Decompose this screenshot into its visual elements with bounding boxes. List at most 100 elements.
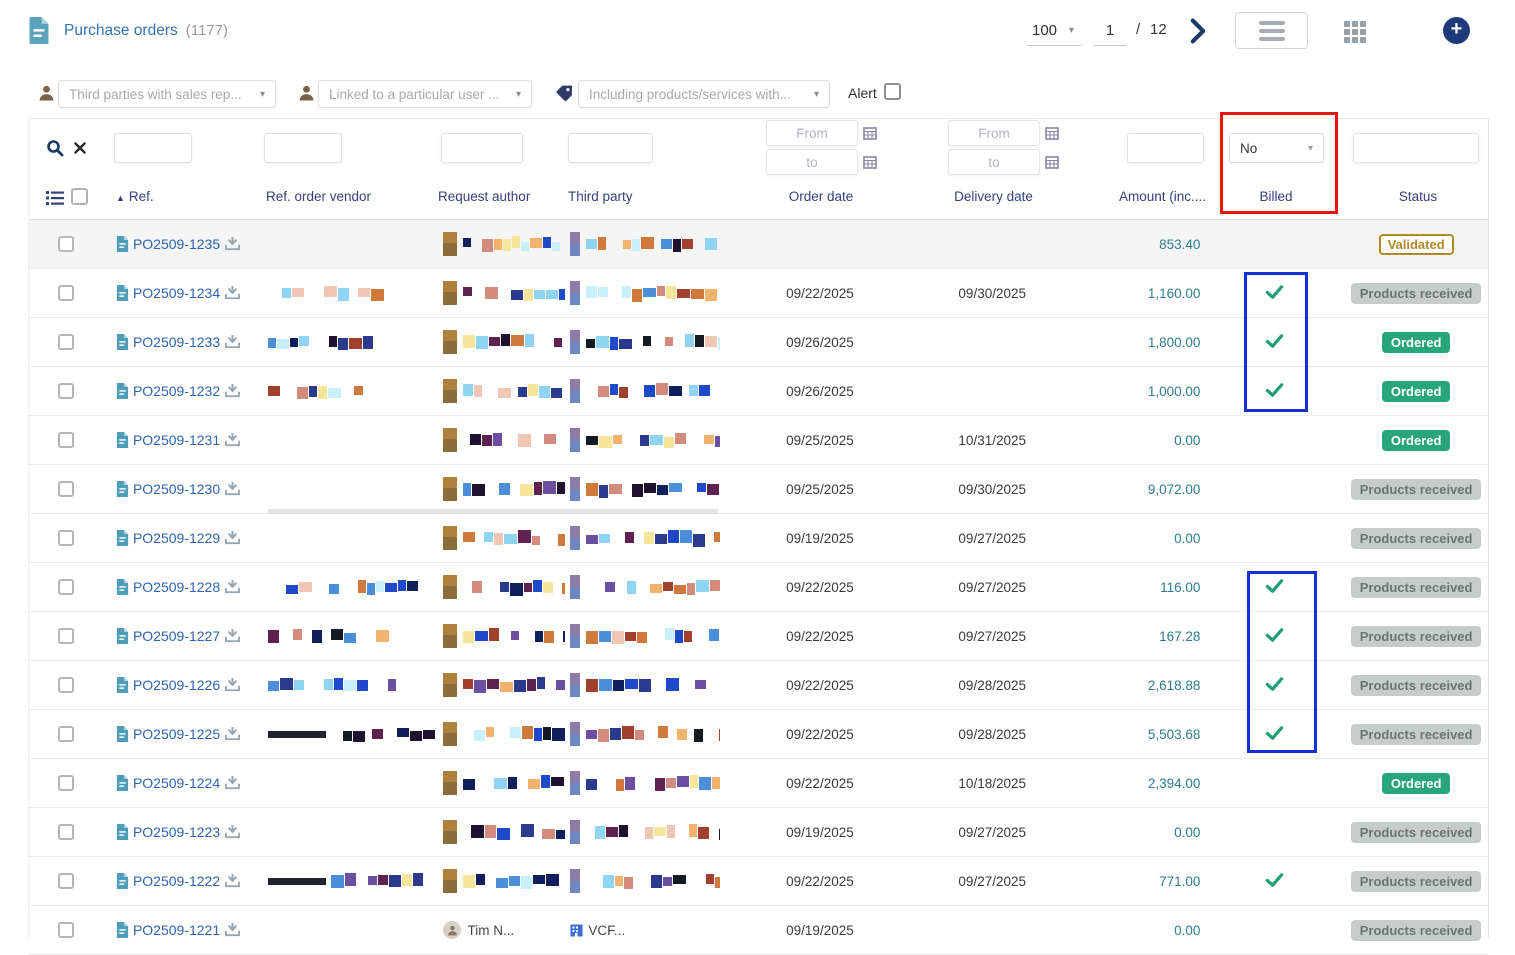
caret-down-icon: ▾ [508,89,521,100]
purchase-order-link[interactable]: PO2509-1221 [133,922,220,938]
download-icon[interactable] [225,433,240,447]
add-purchase-order-button[interactable]: + [1443,17,1470,44]
document-icon [116,726,129,742]
download-icon[interactable] [225,629,240,643]
calendar-icon[interactable] [863,155,877,169]
calendar-icon[interactable] [1045,155,1059,169]
linked-user-filter[interactable]: Linked to a particular user ... ▾ [318,80,532,108]
download-icon[interactable] [225,580,240,594]
billed-check-icon [1265,333,1284,349]
column-header-third-party[interactable]: Third party [568,189,633,204]
vendor-ref-filter-input[interactable] [264,133,342,163]
download-icon[interactable] [225,727,240,741]
status-badge: Products received [1351,822,1482,843]
purchase-order-link[interactable]: PO2509-1229 [133,530,220,546]
row-checkbox[interactable] [58,628,74,644]
download-icon[interactable] [225,923,240,937]
calendar-icon[interactable] [863,126,877,140]
status-filter-input[interactable] [1353,133,1479,163]
row-checkbox[interactable] [58,579,74,595]
list-view-button[interactable] [1235,12,1308,49]
column-header-vendor-ref[interactable]: Ref. order vendor [266,189,371,204]
purchase-order-link[interactable]: PO2509-1223 [133,824,220,840]
status-cell: Products received [1344,283,1488,304]
including-products-filter[interactable]: Including products/services with... ▾ [578,80,830,108]
third-party-filter-input[interactable] [568,133,653,163]
document-icon [116,922,129,938]
purchase-order-link[interactable]: PO2509-1224 [133,775,220,791]
purchase-order-link[interactable]: PO2509-1228 [133,579,220,595]
calendar-icon[interactable] [1045,126,1059,140]
column-header-order-date[interactable]: Order date [721,189,921,204]
download-icon[interactable] [225,335,240,349]
ref-cell: PO2509-1223 [106,824,266,840]
search-icon[interactable] [46,139,64,157]
caret-down-icon: ▾ [252,89,265,100]
download-icon[interactable] [225,482,240,496]
third-party-sales-rep-filter[interactable]: Third parties with sales rep... ▾ [58,80,276,108]
row-checkbox[interactable] [58,481,74,497]
download-icon[interactable] [225,874,240,888]
page-size-select[interactable]: 100 ▾ [1026,16,1082,46]
row-checkbox[interactable] [58,383,74,399]
row-checkbox[interactable] [58,922,74,938]
clear-filters-icon[interactable] [74,142,86,154]
download-icon[interactable] [225,776,240,790]
purchase-order-link[interactable]: PO2509-1226 [133,677,220,693]
column-header-status[interactable]: Status [1346,189,1490,204]
row-checkbox[interactable] [58,726,74,742]
request-author-filter-input[interactable] [441,133,523,163]
purchase-order-link[interactable]: PO2509-1231 [133,432,220,448]
download-icon[interactable] [225,286,240,300]
download-icon[interactable] [225,678,240,692]
purchase-order-link[interactable]: PO2509-1232 [133,383,220,399]
list-fields-icon[interactable] [46,190,64,206]
billed-filter-select[interactable]: No ▾ [1229,133,1324,163]
page-number-input[interactable]: 1 [1092,16,1128,46]
download-icon[interactable] [225,531,240,545]
purchase-order-link[interactable]: PO2509-1235 [133,236,220,252]
amount-filter-input[interactable] [1127,133,1204,163]
download-icon[interactable] [225,384,240,398]
column-header-amount[interactable]: Amount (inc.... [1066,189,1206,204]
purchase-order-link[interactable]: PO2509-1225 [133,726,220,742]
row-checkbox[interactable] [58,873,74,889]
row-checkbox[interactable] [58,775,74,791]
download-icon[interactable] [225,825,240,839]
purchase-order-link[interactable]: PO2509-1227 [133,628,220,644]
column-header-ref[interactable]: ▲Ref. [116,189,154,204]
next-page-button[interactable] [1186,18,1210,44]
purchase-order-link[interactable]: PO2509-1233 [133,334,220,350]
row-checkbox[interactable] [58,530,74,546]
row-checkbox[interactable] [58,334,74,350]
order-date-cell: 09/19/2025 [720,923,920,938]
alert-checkbox[interactable] [884,83,901,100]
billed-check-icon [1265,725,1284,741]
row-select-cell [29,383,106,399]
amount-cell: 853.40 [1065,237,1205,252]
request-author-cell [435,717,565,751]
purchase-order-link[interactable]: PO2509-1230 [133,481,220,497]
select-all-checkbox[interactable] [71,188,88,205]
column-header-billed[interactable]: Billed [1206,189,1346,204]
column-header-request-author[interactable]: Request author [438,189,530,204]
row-checkbox[interactable] [58,824,74,840]
row-checkbox[interactable] [58,236,74,252]
purchase-order-link[interactable]: PO2509-1222 [133,873,220,889]
third-party-name[interactable]: VCF... [588,923,625,938]
column-header-delivery-date[interactable]: Delivery date [921,189,1066,204]
row-checkbox[interactable] [58,432,74,448]
table-body: PO2509-1235853.40ValidatedPO2509-123409/… [29,220,1488,955]
order-date-to-input[interactable] [766,149,858,175]
request-author-name[interactable]: Tim N... [467,923,514,938]
row-checkbox[interactable] [58,677,74,693]
billed-check-icon [1265,627,1284,643]
kanban-view-button[interactable] [1344,21,1368,43]
ref-filter-input[interactable] [114,133,192,163]
purchase-order-link[interactable]: PO2509-1234 [133,285,220,301]
row-checkbox[interactable] [58,285,74,301]
download-icon[interactable] [225,237,240,251]
delivery-date-to-input[interactable] [948,149,1040,175]
delivery-date-from-input[interactable] [948,120,1040,146]
order-date-from-input[interactable] [766,120,858,146]
